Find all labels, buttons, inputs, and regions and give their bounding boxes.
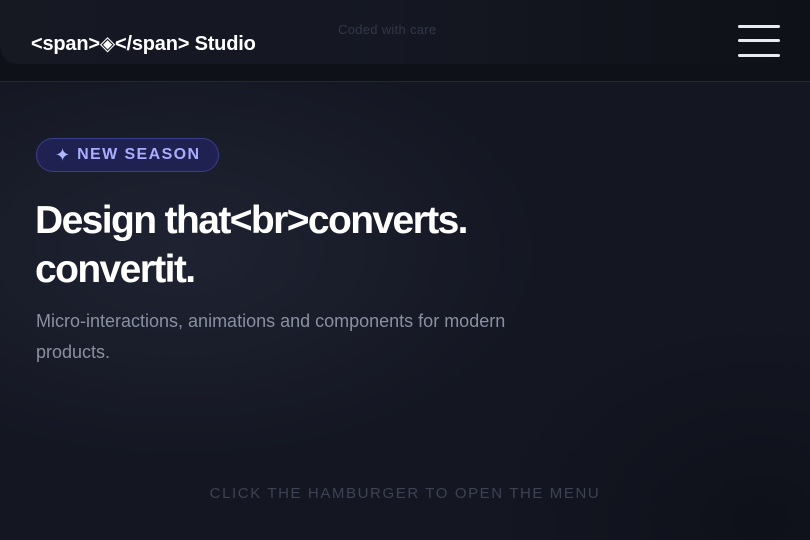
hero-subtitle: Micro-interactions, animations and compo… xyxy=(36,311,506,362)
hamburger-icon-line-bottom xyxy=(738,54,780,57)
new-season-badge: ✦ NEW SEASON xyxy=(36,138,220,172)
sparkle-icon: ✦ xyxy=(55,144,71,165)
hero-headline: Design that<br>converts. convertit. xyxy=(35,196,469,294)
top-navigation-bar: <span>◈</span> Studio Coded with care xyxy=(0,0,810,82)
badge-label: NEW SEASON xyxy=(77,146,201,163)
headline-line-2: convertit. xyxy=(35,248,196,291)
headline-line-1: Design that<br>converts. xyxy=(35,199,469,242)
faded-header-label: Coded with care xyxy=(338,22,437,37)
brand-logo[interactable]: <span>◈</span> Studio xyxy=(31,31,256,56)
hamburger-menu-button[interactable] xyxy=(737,22,781,60)
menu-hint-text: CLICK THE HAMBURGER TO OPEN THE MENU xyxy=(209,485,601,502)
hamburger-icon-line-middle xyxy=(738,39,780,42)
hamburger-icon-line-top xyxy=(738,25,780,28)
